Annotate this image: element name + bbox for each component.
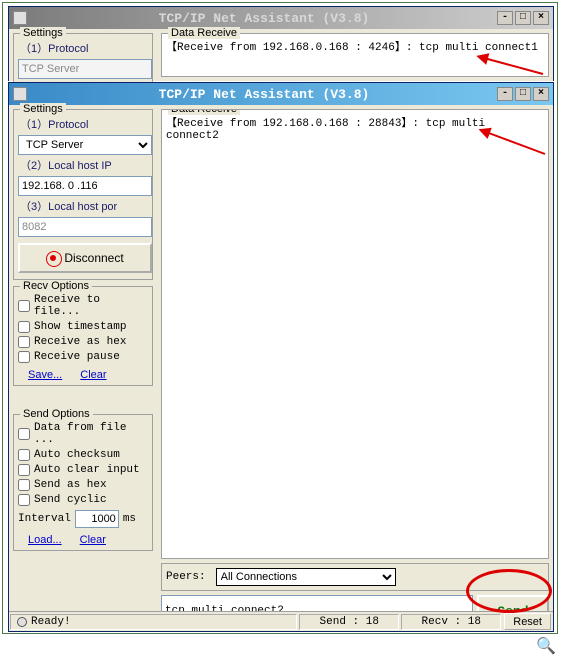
interval-unit: ms xyxy=(123,513,136,525)
send-options-fieldset: Send Options Data from file ... Auto che… xyxy=(13,414,153,551)
status-ready: Ready! xyxy=(31,616,71,628)
settings-fieldset: Settings （1）Protocol TCP Server （2）Local… xyxy=(13,109,153,280)
send-hex-check[interactable] xyxy=(18,479,30,491)
recv-pause-row[interactable]: Receive pause xyxy=(18,351,148,363)
disconnect-label: Disconnect xyxy=(64,251,123,265)
recv-legend: Recv Options xyxy=(20,280,92,292)
settings-legend: Settings xyxy=(20,103,66,115)
recv-hex-check[interactable] xyxy=(18,336,30,348)
window-2: TCP/IP Net Assistant (V3.8) - □ × Settin… xyxy=(8,82,554,632)
clear-send-link[interactable]: Clear xyxy=(80,534,106,546)
show-timestamp-row[interactable]: Show timestamp xyxy=(18,321,148,333)
disconnect-button[interactable]: Disconnect xyxy=(18,243,152,273)
status-recv-cell: Recv : 18 xyxy=(401,614,501,630)
auto-checksum-check[interactable] xyxy=(18,449,30,461)
minimize-button[interactable]: - xyxy=(497,87,513,101)
status-ready-cell: Ready! xyxy=(10,614,297,630)
localport-label: （3）Local host por xyxy=(20,198,148,214)
recv-hex-row[interactable]: Receive as hex xyxy=(18,336,148,348)
localport-input[interactable] xyxy=(18,217,152,237)
protocol-select[interactable]: TCP Server xyxy=(18,135,152,155)
data-receive-legend-1: Data Receive xyxy=(168,27,240,39)
localip-label: （2）Local host IP xyxy=(20,157,148,173)
localip-input[interactable] xyxy=(18,176,152,196)
window-title-1: TCP/IP Net Assistant (V3.8) xyxy=(31,11,497,26)
magnifier-icon[interactable]: 🔍 xyxy=(536,636,556,656)
recv-pause-check[interactable] xyxy=(18,351,30,363)
from-file-row[interactable]: Data from file ... xyxy=(18,422,148,446)
save-link[interactable]: Save... xyxy=(28,369,62,381)
auto-clear-check[interactable] xyxy=(18,464,30,476)
minimize-button[interactable]: - xyxy=(497,11,513,25)
send-legend: Send Options xyxy=(20,408,93,420)
record-icon xyxy=(46,251,60,265)
app-icon xyxy=(13,11,27,25)
protocol-select-1[interactable] xyxy=(18,59,152,79)
protocol-label-1: （1）Protocol xyxy=(20,40,148,56)
close-button[interactable]: × xyxy=(533,87,549,101)
receive-text-1: 【Receive from 192.168.0.168 : 4246】: tcp… xyxy=(166,38,544,54)
window-1: TCP/IP Net Assistant (V3.8) - □ × Settin… xyxy=(8,6,554,81)
app-icon xyxy=(13,87,27,101)
receive-text: 【Receive from 192.168.0.168 : 28843】: tc… xyxy=(166,114,544,142)
recv-to-file-check[interactable] xyxy=(18,300,30,312)
send-cyclic-row[interactable]: Send cyclic xyxy=(18,494,148,506)
data-receive-legend: Data Receive xyxy=(168,109,240,115)
send-hex-row[interactable]: Send as hex xyxy=(18,479,148,491)
maximize-button[interactable]: □ xyxy=(515,11,531,25)
close-button[interactable]: × xyxy=(533,11,549,25)
window-title-2: TCP/IP Net Assistant (V3.8) xyxy=(31,87,497,102)
interval-input[interactable] xyxy=(75,510,119,528)
protocol-label: （1）Protocol xyxy=(20,116,148,132)
load-link[interactable]: Load... xyxy=(28,534,62,546)
peers-row: Peers: All Connections xyxy=(161,563,549,591)
from-file-check[interactable] xyxy=(18,428,30,440)
peers-select[interactable]: All Connections xyxy=(216,568,396,586)
status-icon xyxy=(17,617,27,627)
clear-recv-link[interactable]: Clear xyxy=(80,369,106,381)
titlebar-1[interactable]: TCP/IP Net Assistant (V3.8) - □ × xyxy=(9,7,553,29)
send-cyclic-check[interactable] xyxy=(18,494,30,506)
data-receive-panel[interactable]: Data Receive 【Receive from 192.168.0.168… xyxy=(161,109,549,559)
interval-label: Interval xyxy=(18,513,71,525)
peers-label: Peers: xyxy=(166,571,206,583)
maximize-button[interactable]: □ xyxy=(515,87,531,101)
status-send-cell: Send : 18 xyxy=(299,614,399,630)
auto-checksum-row[interactable]: Auto checksum xyxy=(18,449,148,461)
reset-button[interactable]: Reset xyxy=(504,613,551,630)
titlebar-2[interactable]: TCP/IP Net Assistant (V3.8) - □ × xyxy=(9,83,553,105)
statusbar: Ready! Send : 18 Recv : 18 Reset xyxy=(9,611,553,631)
settings-fieldset-1: Settings （1）Protocol xyxy=(13,33,153,84)
settings-legend-1: Settings xyxy=(20,27,66,39)
recv-to-file-row[interactable]: Receive to file... xyxy=(18,294,148,318)
recv-options-fieldset: Recv Options Receive to file... Show tim… xyxy=(13,286,153,386)
auto-clear-row[interactable]: Auto clear input xyxy=(18,464,148,476)
show-timestamp-check[interactable] xyxy=(18,321,30,333)
data-receive-panel-1: Data Receive 【Receive from 192.168.0.168… xyxy=(161,33,549,77)
